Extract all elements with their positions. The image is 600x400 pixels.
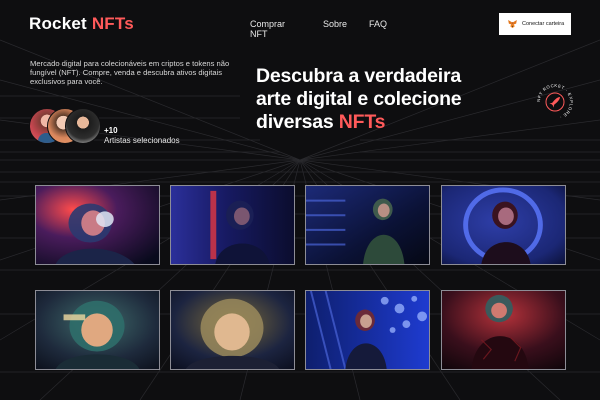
avatar	[65, 108, 101, 144]
nft-card-3[interactable]	[305, 185, 430, 265]
nft-card-5[interactable]	[35, 290, 160, 370]
astronaut-image	[171, 291, 294, 369]
astronaut-image	[36, 291, 159, 369]
brand-logo[interactable]: Rocket NFTs	[29, 14, 134, 34]
brand-accent: NFTs	[91, 14, 134, 33]
nav-item-faq[interactable]: FAQ	[369, 19, 387, 29]
hero-line-2: arte digital e colecione	[256, 88, 462, 110]
metamask-fox-icon	[508, 20, 517, 28]
hero-line-3-accent: NFTs	[338, 111, 386, 133]
connect-wallet-label: Conectar carteira	[522, 21, 565, 27]
astronaut-image	[442, 291, 565, 369]
artist-avatars	[29, 108, 104, 144]
hero-line-3-prefix: diversas	[256, 111, 339, 133]
connect-wallet-button[interactable]: Conectar carteira	[499, 13, 571, 35]
nft-card-1[interactable]	[35, 185, 160, 265]
nav-item-sobre[interactable]: Sobre	[323, 19, 347, 29]
nav-item-comprar-nft[interactable]: Comprar NFT	[250, 19, 285, 39]
astronaut-image	[36, 186, 159, 264]
rocket-icon	[549, 97, 560, 108]
nft-card-2[interactable]	[170, 185, 295, 265]
hero-headline: Descubra a verdadeira arte digital e col…	[256, 65, 526, 134]
astronaut-image	[306, 186, 429, 264]
artists-count: +10	[104, 126, 118, 135]
artists-label: Artistas selecionados	[104, 136, 180, 145]
astronaut-image	[442, 186, 565, 264]
intro-text: Mercado digital para colecionáveis em cr…	[30, 59, 230, 86]
nft-card-4[interactable]	[441, 185, 566, 265]
nft-card-8[interactable]	[441, 290, 566, 370]
astronaut-image	[306, 291, 429, 369]
nft-card-7[interactable]	[305, 290, 430, 370]
landing-page: Rocket NFTs Comprar NFT Sobre FAQ Conect…	[0, 0, 600, 400]
brand-name: Rocket	[29, 14, 87, 33]
rocket-badge-icon[interactable]: NFT ROCKET · EXPLORE ·	[535, 82, 575, 122]
hero-line-1: Descubra a verdadeira	[256, 65, 461, 87]
astronaut-image	[171, 186, 294, 264]
nft-card-6[interactable]	[170, 290, 295, 370]
